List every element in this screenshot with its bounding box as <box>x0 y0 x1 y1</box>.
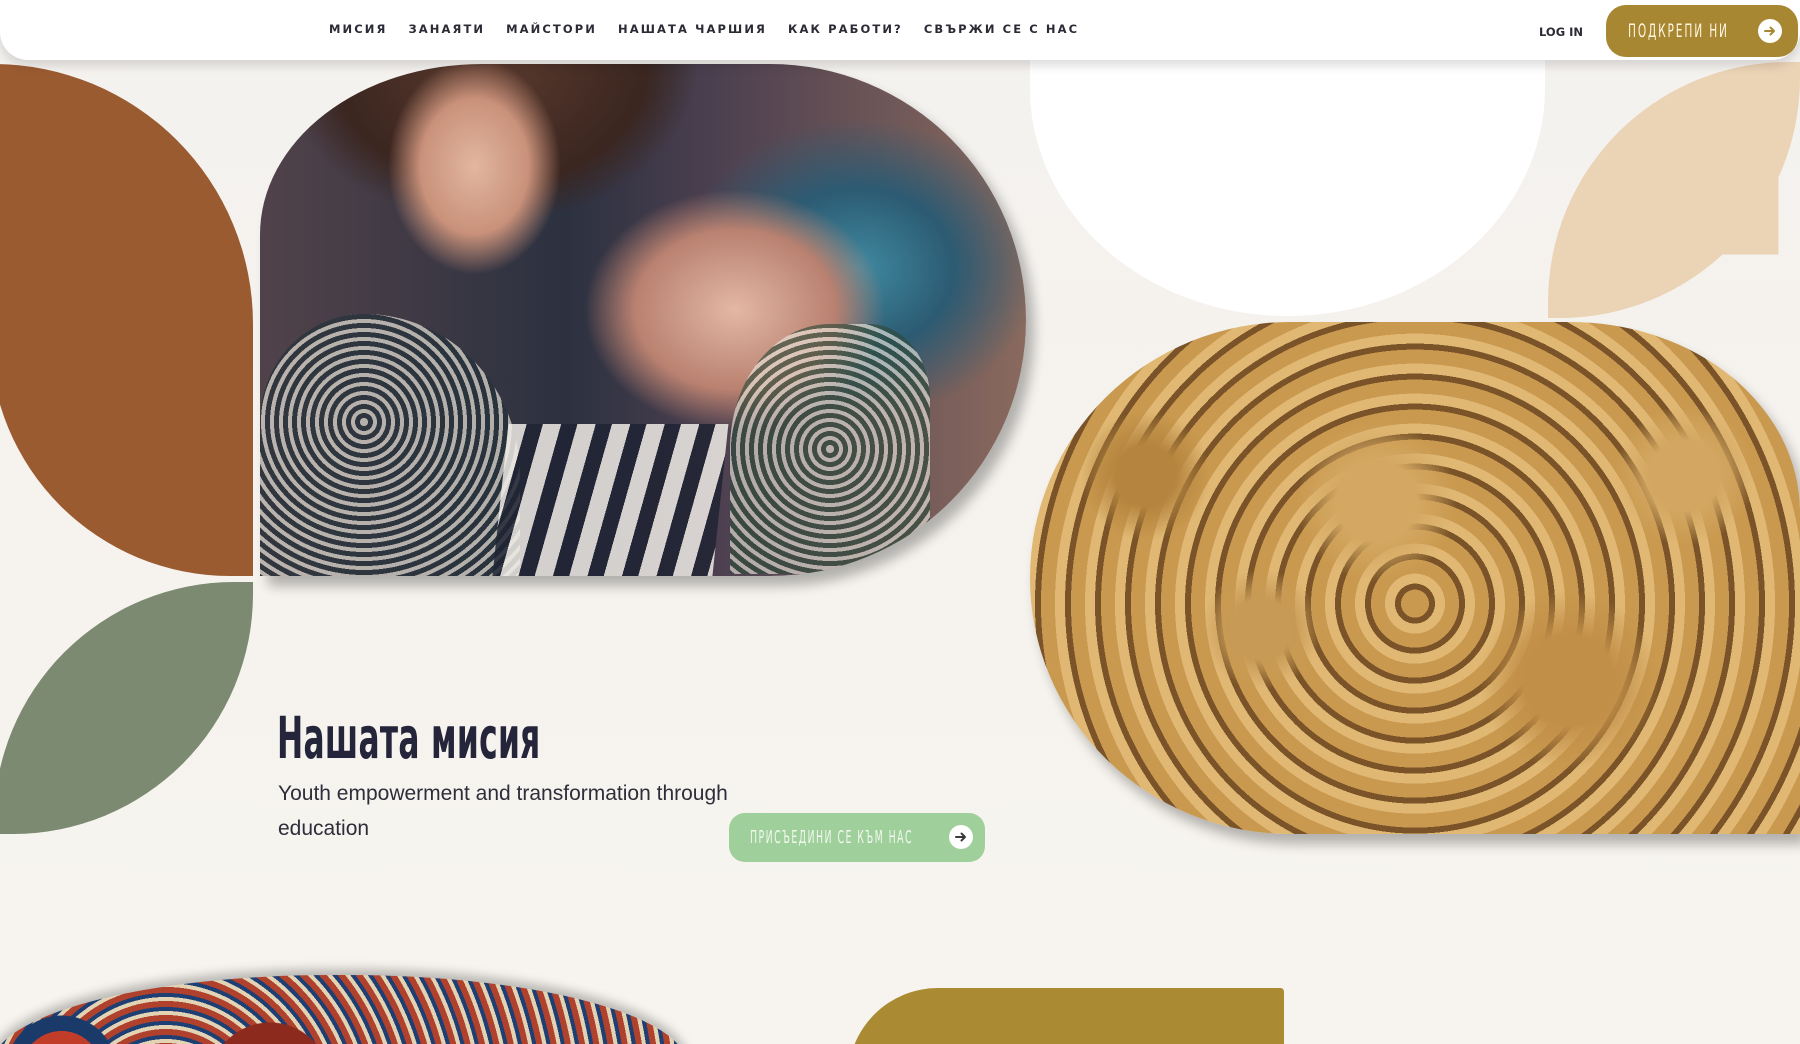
nav-item-contact[interactable]: СВЪРЖИ СЕ С НАС <box>924 22 1079 36</box>
join-us-button[interactable]: ПРИСЪЕДИНИ СЕ КЪМ НАС <box>729 813 985 862</box>
main-nav: МИСИЯ ЗАНАЯТИ МАЙСТОРИ НАШАТА ЧАРШИЯ КАК… <box>329 22 1079 36</box>
support-button[interactable]: ПОДКРЕПИ НИ <box>1606 5 1798 57</box>
jewelry-maker-photo <box>260 64 1026 576</box>
arrow-right-icon <box>949 825 973 849</box>
beige-leaf-shape <box>1548 62 1800 318</box>
support-button-label: ПОДКРЕПИ НИ <box>1628 20 1729 42</box>
arrow-right-icon <box>1758 19 1782 43</box>
mission-subtitle: Youth empowerment and transformation thr… <box>278 782 728 840</box>
nav-item-crafts[interactable]: ЗАНАЯТИ <box>409 22 486 36</box>
login-link[interactable]: LOG IN <box>1539 25 1583 39</box>
top-navbar: МИСИЯ ЗАНАЯТИ МАЙСТОРИ НАШАТА ЧАРШИЯ КАК… <box>0 0 1800 60</box>
join-us-button-label: ПРИСЪЕДИНИ СЕ КЪМ НАС <box>750 827 914 848</box>
nav-item-bazaar[interactable]: НАШАТА ЧАРШИЯ <box>618 22 767 36</box>
painted-plates-photo <box>0 975 687 1044</box>
nav-item-mission[interactable]: МИСИЯ <box>329 22 388 36</box>
brown-leaf-shape <box>0 64 253 576</box>
photo-detail <box>491 424 729 576</box>
green-leaf-shape <box>0 582 253 834</box>
nav-item-how-it-works[interactable]: КАК РАБОТИ? <box>788 22 903 36</box>
nav-item-masters[interactable]: МАЙСТОРИ <box>506 22 597 36</box>
gold-arc-shape <box>848 988 1284 1044</box>
wood-carving-photo <box>1030 322 1800 834</box>
page-title: Нашата мисия <box>277 704 541 772</box>
page: МИСИЯ ЗАНАЯТИ МАЙСТОРИ НАШАТА ЧАРШИЯ КАК… <box>0 0 1800 1044</box>
white-arc-shape <box>1030 58 1545 316</box>
photo-detail <box>260 314 520 576</box>
photo-detail <box>730 324 930 574</box>
